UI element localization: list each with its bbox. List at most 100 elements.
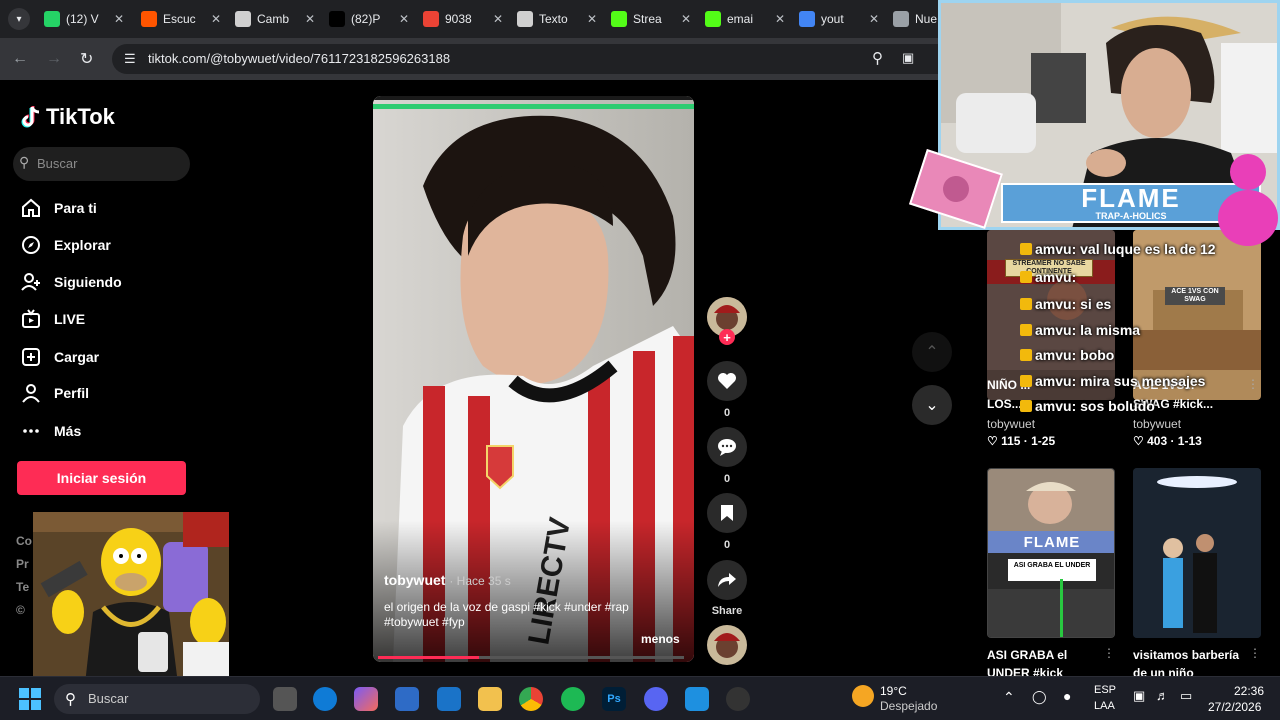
browser-tab[interactable]: (12) V ✕ (44, 6, 124, 32)
previous-video-button[interactable]: ⌃ (912, 332, 952, 372)
profile-icon (20, 382, 42, 404)
obs-icon[interactable] (726, 687, 750, 711)
share-label: Share (711, 605, 743, 617)
video-progress-track[interactable] (378, 656, 684, 659)
browser-tab[interactable]: yout ✕ (799, 6, 879, 32)
chat-message: amvu: sos boludo (1020, 398, 1155, 414)
tray-chevron-up-icon[interactable]: ⌃ (1003, 689, 1015, 706)
chatgpt-icon (517, 11, 533, 27)
reload-icon[interactable]: ↻ (80, 49, 93, 69)
related-thumb[interactable] (1133, 468, 1261, 638)
url-text: tiktok.com/@tobywuet/video/7611723182596… (148, 51, 451, 66)
task-view-icon[interactable] (273, 687, 297, 711)
close-tab-icon[interactable]: ✕ (114, 12, 124, 26)
volume-icon[interactable]: ♬ (1156, 688, 1169, 703)
clock-date[interactable]: 27/2/2026 (1208, 700, 1261, 714)
photoshop-icon[interactable]: Ps (602, 687, 626, 711)
nav-item[interactable]: Más (20, 420, 81, 442)
close-tab-icon[interactable]: ✕ (587, 12, 597, 26)
chat-user: amvu (1035, 398, 1072, 414)
weather-icon[interactable] (852, 685, 874, 707)
outlook-icon[interactable] (437, 687, 461, 711)
nav-item-label: LIVE (54, 311, 86, 327)
tray-app-icon[interactable]: ◯ (1032, 689, 1047, 705)
back-icon[interactable]: ← (12, 50, 28, 68)
live-icon (20, 308, 42, 330)
browser-tab[interactable]: Camb ✕ (235, 6, 315, 32)
comment-button[interactable] (707, 427, 747, 467)
nav-item-label: Explorar (54, 237, 111, 253)
nav-item[interactable]: Para ti (20, 197, 97, 219)
tab-search-icon[interactable]: ▾ (8, 8, 30, 30)
related-author[interactable]: tobywuet (1133, 417, 1181, 431)
more-options-icon[interactable]: ⋮ (1247, 377, 1259, 391)
video-player[interactable]: LIRECTV tobywuet · Hace 35 s el origen d… (373, 96, 694, 662)
related-author[interactable]: tobywuet (987, 417, 1035, 431)
more-options-icon[interactable]: ⋮ (1249, 646, 1261, 660)
footer-link[interactable]: Te (16, 576, 32, 599)
browser-tab[interactable]: Escuc ✕ (141, 6, 221, 32)
nav-item[interactable]: LIVE (20, 308, 85, 330)
clock-time[interactable]: 22:36 (1234, 684, 1264, 698)
nav-item-label: Para ti (54, 200, 97, 216)
related-title[interactable]: visitamos barbería (1133, 648, 1239, 662)
footer-link[interactable]: Co (16, 530, 32, 553)
close-tab-icon[interactable]: ✕ (775, 12, 785, 26)
kick-icon (611, 11, 627, 27)
copilot-icon[interactable] (354, 687, 378, 711)
browser-tab[interactable]: Texto ✕ (517, 6, 597, 32)
file-explorer-icon[interactable] (478, 687, 502, 711)
nav-item[interactable]: Siguiendo (20, 271, 122, 293)
close-tab-icon[interactable]: ✕ (869, 12, 879, 26)
forward-icon[interactable]: → (46, 50, 62, 68)
install-app-icon[interactable]: ▣ (902, 50, 914, 66)
like-button[interactable] (707, 361, 747, 401)
site-info-icon[interactable]: ☰ (124, 51, 136, 67)
close-tab-icon[interactable]: ✕ (493, 12, 503, 26)
url-field[interactable]: ☰ tiktok.com/@tobywuet/video/76117231825… (112, 44, 952, 74)
search-field[interactable]: ⚲ Buscar (13, 147, 190, 181)
video-time: · Hace 35 s (449, 574, 511, 588)
store-icon[interactable] (395, 687, 419, 711)
related-title[interactable]: ASI GRABA el (987, 648, 1067, 662)
windows-start-icon[interactable] (19, 688, 41, 710)
next-video-button[interactable]: ⌄ (912, 385, 952, 425)
share-button[interactable] (707, 560, 747, 600)
edge-icon[interactable] (313, 687, 337, 711)
network-icon[interactable]: ▣ (1133, 688, 1145, 704)
chrome-icon[interactable] (519, 687, 543, 711)
related-thumb[interactable]: FLAME ASI GRABA EL UNDER (987, 468, 1115, 638)
browser-tab[interactable]: 9038 ✕ (423, 6, 503, 32)
nav-item[interactable]: Explorar (20, 234, 111, 256)
caption-less-button[interactable]: menos (641, 632, 680, 646)
save-button[interactable] (707, 493, 747, 533)
discord-icon[interactable] (644, 687, 668, 711)
zoom-icon[interactable]: ⚲ (872, 49, 883, 67)
browser-tab[interactable]: (82)P ✕ (329, 6, 409, 32)
footer-link[interactable]: Pr (16, 553, 32, 576)
music-avatar[interactable] (707, 625, 747, 665)
spotify-icon[interactable] (561, 687, 585, 711)
browser-tab[interactable]: emai ✕ (705, 6, 785, 32)
nav-item[interactable]: Perfil (20, 382, 89, 404)
close-tab-icon[interactable]: ✕ (681, 12, 691, 26)
login-button[interactable]: Iniciar sesión (17, 461, 186, 495)
close-tab-icon[interactable]: ✕ (305, 12, 315, 26)
tiktok-logo[interactable]: TikTok (20, 104, 115, 130)
chat-badge-icon (1020, 349, 1032, 361)
more-options-icon[interactable]: ⋮ (1103, 646, 1115, 660)
follow-plus-icon[interactable]: + (719, 329, 735, 345)
language-code[interactable]: ESP (1094, 684, 1116, 696)
photos-icon[interactable] (685, 687, 709, 711)
close-tab-icon[interactable]: ✕ (211, 12, 221, 26)
battery-icon[interactable]: ▭ (1180, 688, 1192, 704)
nav-item[interactable]: Cargar (20, 346, 99, 368)
microphone-icon[interactable]: ● (1063, 688, 1071, 704)
chat-message: amvu: bobo (1020, 347, 1114, 363)
browser-tab[interactable]: Strea ✕ (611, 6, 691, 32)
taskbar-search[interactable]: ⚲ Buscar (54, 684, 260, 714)
chevron-up-icon: ⌃ (925, 344, 939, 361)
bookmark-icon (721, 505, 733, 521)
close-tab-icon[interactable]: ✕ (399, 12, 409, 26)
video-author[interactable]: tobywuet (384, 572, 445, 588)
